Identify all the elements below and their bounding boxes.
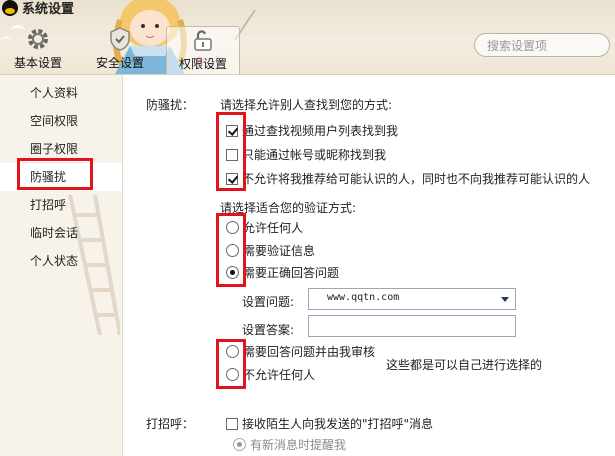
tab-basic-settings[interactable]: 基本设置 [2, 26, 74, 74]
find-option-no-recommend-checkbox[interactable] [226, 172, 238, 185]
window-title: 系统设置 [2, 0, 74, 17]
tab-permission-settings[interactable]: 权限设置 [166, 26, 240, 74]
answer-label: 设置答案: [242, 323, 295, 337]
header-bar: 系统设置 基本设置 安全设置 权限设置 搜索设置项 [0, 0, 615, 75]
answer-input[interactable] [308, 315, 516, 337]
unlock-icon [194, 30, 212, 51]
verify-option-allow-anyone[interactable]: 允许任何人 [226, 219, 303, 236]
verify-option-answer-and-review[interactable]: 需要回答问题并由我审核 [226, 343, 375, 360]
sidebar-item-profile[interactable]: 个人资料 [0, 79, 122, 107]
tab-basic-settings-label: 基本设置 [13, 56, 62, 70]
verify-option-need-info-radio[interactable] [226, 244, 239, 257]
annotation-note: 这些都是可以自己进行选择的 [386, 358, 543, 372]
tab-security-settings[interactable]: 安全设置 [84, 26, 156, 74]
greeting-sub-option-remind[interactable]: 有新消息时提醒我 [233, 436, 346, 453]
tab-security-settings-label: 安全设置 [95, 56, 144, 70]
verify-option-answer-and-review-radio[interactable] [226, 345, 239, 358]
find-option-account-only-checkbox[interactable] [226, 148, 238, 161]
settings-content: 防骚扰： 请选择允许别人查找到您的方式: 通过查找视频用户列表找到我 只能通过帐… [123, 75, 615, 456]
find-option-no-recommend[interactable]: 不允许将我推荐给可能认识的人，同时也不向我推荐可能认识的人 [226, 170, 590, 187]
chevron-down-icon [501, 297, 509, 302]
qq-penguin-icon [2, 0, 18, 16]
greeting-sub-option-remind-radio[interactable] [233, 438, 246, 451]
sidebar-item-space-permission[interactable]: 空间权限 [0, 107, 122, 135]
find-option-account-only[interactable]: 只能通过帐号或昵称找到我 [226, 146, 386, 163]
window-title-text: 系统设置 [22, 2, 75, 17]
verify-option-allow-anyone-radio[interactable] [226, 221, 239, 234]
find-option-video-list-checkbox[interactable] [226, 124, 238, 137]
verify-option-correct-answer-radio[interactable] [226, 266, 239, 279]
verify-option-need-info[interactable]: 需要验证信息 [226, 242, 315, 259]
question-select[interactable]: www.qqtn.com [308, 288, 516, 310]
sidebar-item-anti-harassment[interactable]: 防骚扰 [0, 163, 122, 191]
question-select-value: www.qqtn.com [327, 292, 400, 303]
gear-icon [28, 29, 48, 49]
verify-option-need-info-label: 需要验证信息 [243, 244, 316, 258]
sidebar: 个人资料 空间权限 圈子权限 防骚扰 打招呼 临时会话 个人状态 [0, 75, 123, 456]
find-option-video-list[interactable]: 通过查找视频用户列表找到我 [226, 122, 398, 139]
verify-option-deny-all-radio[interactable] [226, 368, 239, 381]
verify-option-correct-answer[interactable]: 需要正确回答问题 [226, 264, 339, 281]
greeting-sub-option-remind-label: 有新消息时提醒我 [250, 438, 347, 452]
find-option-video-list-label: 通过查找视频用户列表找到我 [242, 124, 399, 138]
shield-icon [110, 27, 130, 51]
tab-permission-settings-label: 权限设置 [178, 57, 227, 71]
question-label: 设置问题: [242, 295, 295, 309]
verify-option-answer-and-review-label: 需要回答问题并由我审核 [243, 345, 376, 359]
greeting-option-accept-checkbox[interactable] [226, 417, 238, 430]
verify-option-allow-anyone-label: 允许任何人 [243, 221, 304, 235]
greeting-section-label: 打招呼： [146, 417, 195, 431]
greeting-option-accept-label: 接收陌生人向我发送的"打招呼"消息 [242, 417, 434, 431]
sidebar-item-circle-permission[interactable]: 圈子权限 [0, 135, 122, 163]
anti-harass-section-label: 防骚扰： [146, 98, 195, 112]
search-input[interactable]: 搜索设置项 [474, 33, 610, 57]
ladder-decoration [68, 195, 120, 335]
greeting-option-accept[interactable]: 接收陌生人向我发送的"打招呼"消息 [226, 415, 433, 432]
search-placeholder: 搜索设置项 [487, 39, 548, 53]
find-method-prompt: 请选择允许别人查找到您的方式: [220, 98, 393, 112]
verify-method-prompt: 请选择适合您的验证方式: [220, 201, 357, 215]
find-option-no-recommend-label: 不允许将我推荐给可能认识的人，同时也不向我推荐可能认识的人 [242, 172, 591, 186]
verify-option-deny-all[interactable]: 不允许任何人 [226, 366, 315, 383]
find-option-account-only-label: 只能通过帐号或昵称找到我 [242, 148, 387, 162]
verify-option-correct-answer-label: 需要正确回答问题 [243, 266, 340, 280]
verify-option-deny-all-label: 不允许任何人 [243, 368, 316, 382]
